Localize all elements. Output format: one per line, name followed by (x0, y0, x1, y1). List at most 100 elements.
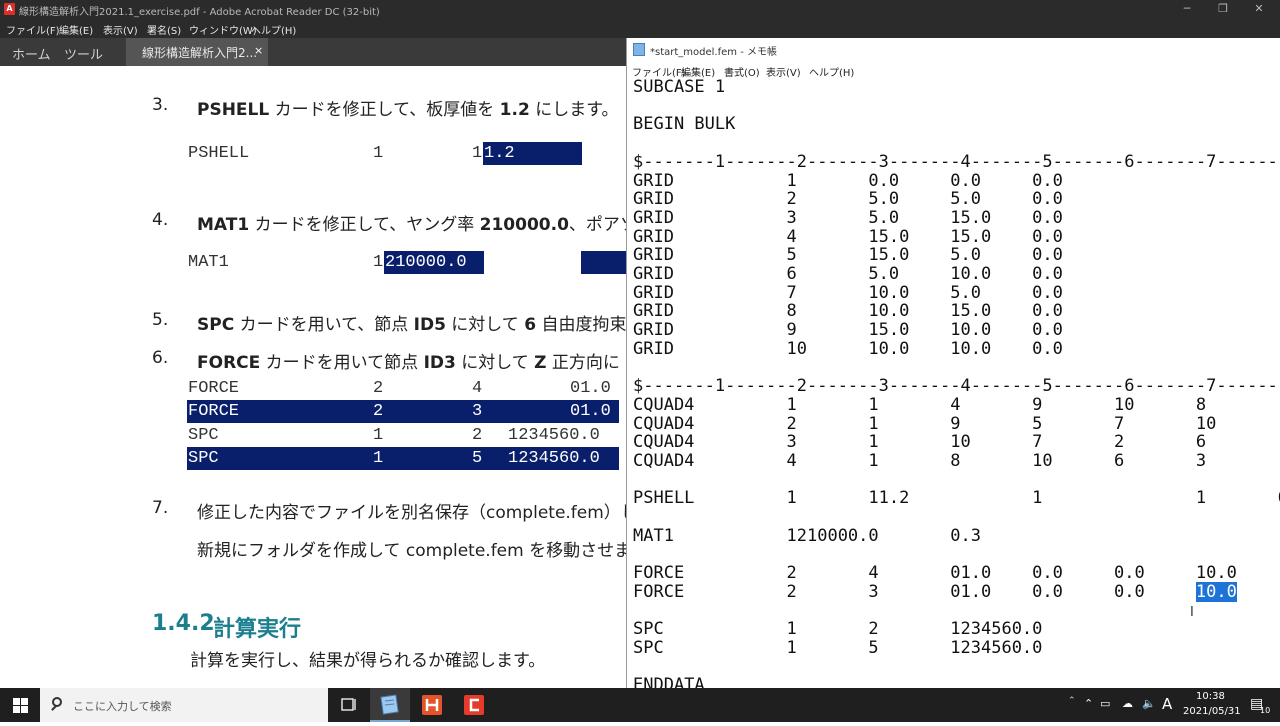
step-7-text: 修正した内容でファイルを別名保存（complete.fem）しま (197, 503, 628, 523)
notepad-window-title: *start_model.fem - メモ帳 (650, 47, 777, 58)
text-line: SPC 1 2 1234560.0 (633, 619, 1043, 640)
battery-icon[interactable]: ▭ (1100, 697, 1110, 710)
code-value: 2 (373, 402, 384, 421)
text-line: SUBCASE 1 (633, 77, 726, 97)
text-line: CQUAD4 4 1 8 10 6 3 (633, 451, 1207, 471)
text-line: PSHELL 1 11.2 1 1 0.0 (633, 488, 1280, 509)
menu-sign[interactable]: 署名(S) (147, 22, 181, 37)
step-5-text: SPC カードを用いて、節点 ID5 に対して 6 自由度拘束の (197, 315, 628, 335)
notepad-app-icon (633, 43, 645, 56)
highlighted-youngs-modulus: 210000.0 (385, 253, 467, 272)
menu-edit[interactable]: 編集(E) (59, 22, 93, 37)
step-number: 5. (152, 310, 169, 330)
menu-window[interactable]: ウィンドウ(W) (189, 22, 257, 37)
step-number: 3. (152, 95, 169, 115)
menu-file[interactable]: ファイル(F) (6, 22, 60, 37)
step-7-text-2: 新規にフォルダを作成して complete.fem を移動させます (197, 541, 628, 561)
text-line: GRID 8 10.0 15.0 0.0 (633, 301, 1063, 322)
code-keyword: FORCE (188, 402, 240, 421)
code-value: 1 (373, 144, 384, 163)
code-value: 01.0 (570, 379, 611, 398)
menu-help[interactable]: ヘルプ(H) (251, 22, 296, 37)
notepad-text-area[interactable]: SUBCASE 1 BEGIN BULK $-------1-------2--… (633, 78, 1280, 688)
notepad-title-bar: *start_model.fem - メモ帳 (627, 38, 1280, 60)
text-line: $-------1-------2-------3-------4-------… (633, 376, 1280, 397)
code-value: 1 (373, 253, 384, 272)
maximize-button[interactable]: ❐ (1208, 1, 1238, 17)
code-value: 1234560.0 (508, 449, 600, 468)
clock-date[interactable]: 2021/05/31 (1183, 706, 1241, 717)
section-body: 計算を実行し、結果が得られるか確認します。 (190, 651, 546, 671)
step-number: 6. (152, 348, 169, 368)
code-value: 1 (373, 426, 384, 445)
start-button[interactable] (0, 688, 40, 722)
show-hidden-icons-icon[interactable]: ⌃ (1084, 697, 1093, 710)
search-placeholder: ここに入力して検索 (73, 700, 172, 713)
tray-scroll-arrows-icon[interactable]: ⌃ (1068, 696, 1076, 706)
code-value: 4 (472, 379, 483, 398)
text-line: MAT1 1210000.0 0.3 (633, 525, 981, 546)
code-value: 3 (472, 402, 483, 421)
menu-view[interactable]: 表示(V) (103, 22, 138, 37)
text-line: GRID 2 5.0 5.0 0.0 (633, 189, 1063, 210)
volume-icon[interactable]: 🔈 (1142, 697, 1156, 710)
i-beam-cursor-icon: I (1190, 605, 1194, 620)
text-line: GRID 10 10.0 10.0 0.0 (633, 338, 1063, 359)
text-line: GRID 1 0.0 0.0 0.0 (633, 170, 1063, 191)
step-4-text: MAT1 カードを修正して、ヤング率 210000.0、ポアソン比 (197, 215, 628, 235)
acrobat-title-bar: A 線形構造解析入門2021.1_exercise.pdf - Adobe Ac… (0, 0, 1280, 18)
acrobat-window-title: 線形構造解析入門2021.1_exercise.pdf - Adobe Acro… (19, 7, 380, 18)
code-value: 2 (373, 379, 384, 398)
ime-indicator[interactable]: A (1162, 695, 1172, 713)
highlight-box (581, 251, 628, 274)
code-keyword: FORCE (188, 379, 240, 398)
taskbar-app-h-button[interactable] (412, 688, 452, 722)
selected-text: 10.0 (1195, 581, 1237, 602)
text-line: GRID 9 15.0 10.0 0.0 (633, 320, 1063, 341)
highlight-row (187, 400, 619, 423)
notepad-icon (380, 694, 399, 715)
tab-document[interactable]: 線形構造解析入門2... × (126, 38, 268, 66)
tab-tools[interactable]: ツール (64, 44, 103, 63)
code-value: 2 (472, 426, 483, 445)
np-menu-view[interactable]: 表示(V) (766, 64, 801, 79)
code-keyword: PSHELL (188, 144, 250, 163)
np-menu-help[interactable]: ヘルプ(H) (809, 64, 854, 79)
taskbar-notepad-button[interactable] (370, 688, 410, 722)
step-3-text: PSHELL カードを修正して、板厚値を 1.2 にします。 (197, 100, 619, 120)
text-line: FORCE 2 4 01.0 0.0 0.0 10.0 (633, 563, 1237, 584)
section-number: 1.4.2 (152, 611, 215, 636)
code-keyword: MAT1 (188, 253, 229, 272)
acrobat-app-icon: A (4, 3, 15, 15)
text-line: BEGIN BULK (633, 114, 736, 135)
np-menu-format[interactable]: 書式(O) (724, 64, 760, 79)
windows-logo-icon (13, 698, 20, 705)
task-view-icon (341, 698, 356, 711)
text-line: ENDDATA (633, 675, 705, 688)
notepad-window[interactable]: *start_model.fem - メモ帳 ファイル(F) 編集(E) 書式(… (626, 38, 1280, 688)
step-6-text: FORCE カードを用いて節点 ID3 に対して Z 正方向に 1 (197, 353, 628, 373)
taskbar-search-box[interactable]: ここに入力して検索 (40, 688, 328, 722)
notification-count: 10 (1260, 706, 1271, 715)
onedrive-icon[interactable]: ☁ (1122, 697, 1133, 710)
text-line: CQUAD4 3 1 10 7 2 6 (633, 432, 1207, 453)
text-line: SPC 1 5 1234560.0 (633, 638, 1043, 658)
step-number: 7. (152, 498, 169, 518)
code-value: 5 (472, 449, 483, 468)
windows-taskbar: ここに入力して検索 ⌃ ⌃ ▭ ☁ 🔈 A 10:38 2021/05/31 ▤… (0, 688, 1280, 722)
step-number: 4. (152, 210, 169, 230)
close-button[interactable]: ✕ (1244, 1, 1274, 17)
minimize-button[interactable]: ─ (1172, 1, 1202, 17)
pdf-document-view[interactable]: 3. PSHELL カードを修正して、板厚値を 1.2 にします。 PSHELL… (0, 66, 628, 688)
clock-time[interactable]: 10:38 (1196, 691, 1225, 702)
taskbar-acrobat-button[interactable] (454, 688, 494, 722)
text-line: CQUAD4 2 1 9 5 7 10 (633, 413, 1217, 434)
text-line: GRID 5 15.0 5.0 0.0 (633, 245, 1063, 266)
text-line: GRID 3 5.0 15.0 0.0 (633, 207, 1063, 228)
text-line: CQUAD4 1 1 4 9 10 8 (633, 394, 1207, 415)
tab-home[interactable]: ホーム (12, 44, 51, 63)
task-view-button[interactable] (328, 688, 368, 722)
code-value: 1 (472, 144, 483, 163)
tab-close-icon[interactable]: × (254, 44, 263, 57)
h-app-icon (422, 695, 442, 715)
